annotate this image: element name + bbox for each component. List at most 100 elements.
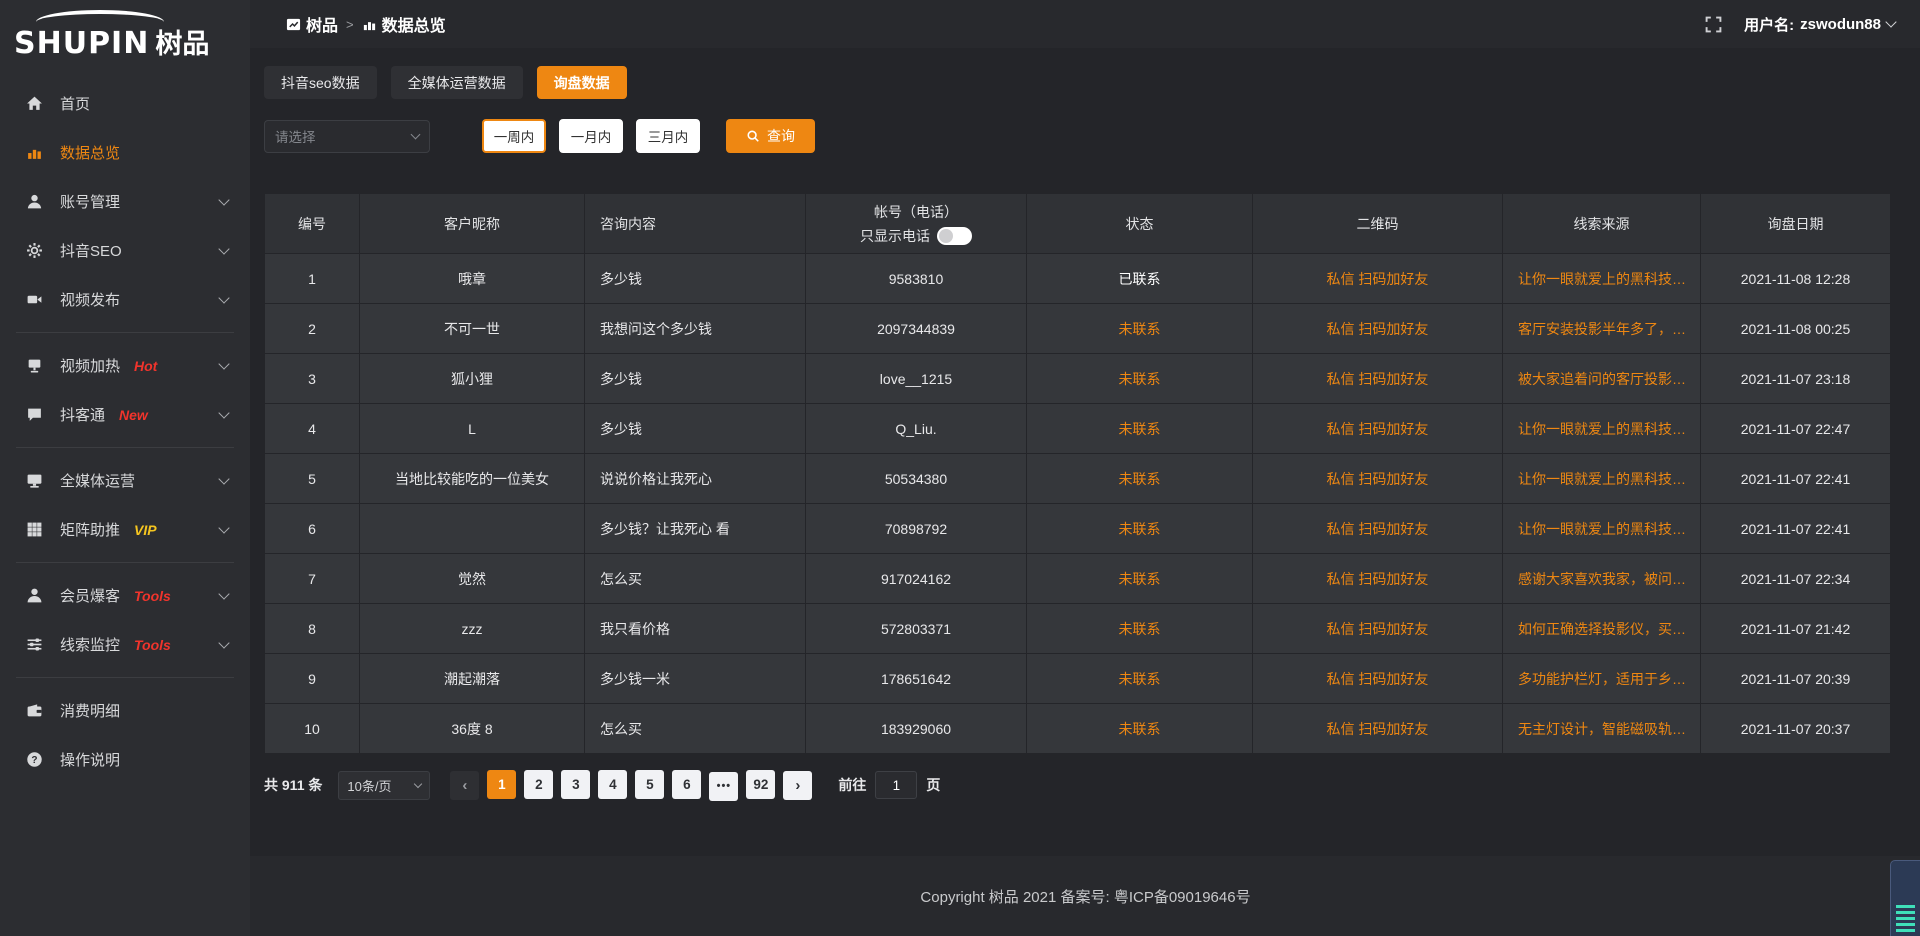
badge-new: New <box>119 407 148 423</box>
cell-qrcode-link[interactable]: 私信 扫码加好友 <box>1253 704 1503 754</box>
sidebar-item-account-management[interactable]: 账号管理 <box>0 177 250 226</box>
period-button-one-month[interactable]: 一月内 <box>559 119 623 153</box>
question-circle-icon: ? <box>26 751 44 769</box>
chevron-down-icon <box>218 473 229 484</box>
logo-text-cn: 树品 <box>155 29 209 59</box>
sidebar-item-operation-guide[interactable]: ?操作说明 <box>0 735 250 784</box>
table-row: 8 zzz 我只看价格 572803371 未联系 私信 扫码加好友 如何正确选… <box>265 604 1891 654</box>
sidebar-item-douyin-seo[interactable]: 抖音SEO <box>0 226 250 275</box>
cell-source-link[interactable]: 让你一眼就爱上的黑科技，能... <box>1503 254 1701 304</box>
floating-widget[interactable] <box>1890 860 1920 936</box>
jump-page-input[interactable] <box>875 771 917 799</box>
page-button-1[interactable]: 1 <box>487 770 516 799</box>
col-header-qrcode: 二维码 <box>1253 194 1503 254</box>
query-button-label: 查询 <box>767 126 795 146</box>
cell-source-link[interactable]: 让你一眼就爱上的黑科技，能... <box>1503 504 1701 554</box>
cell-date: 2021-11-07 22:47 <box>1701 404 1891 454</box>
chevron-down-icon <box>1885 16 1896 27</box>
sliders-icon <box>26 636 44 654</box>
tab-inquiry-data[interactable]: 询盘数据 <box>537 66 627 99</box>
table-row: 3 狐小狸 多少钱 love__1215 未联系 私信 扫码加好友 被大家追着问… <box>265 354 1891 404</box>
sidebar-item-label: 线索监控 <box>60 634 120 655</box>
page-size-value: 10条/页 <box>347 776 391 795</box>
cell-source-link[interactable]: 如何正确选择投影仪，买投影... <box>1503 604 1701 654</box>
user-icon <box>26 193 44 211</box>
table-row: 7 觉然 怎么买 917024162 未联系 私信 扫码加好友 感谢大家喜欢我家… <box>265 554 1891 604</box>
cell-qrcode-link[interactable]: 私信 扫码加好友 <box>1253 454 1503 504</box>
cell-account: 183929060 <box>806 704 1027 754</box>
cell-qrcode-link[interactable]: 私信 扫码加好友 <box>1253 354 1503 404</box>
sidebar-item-member-burst[interactable]: 会员爆客Tools <box>0 571 250 620</box>
cell-source-link[interactable]: 被大家追着问的客厅投影分享... <box>1503 354 1701 404</box>
page-size-select[interactable]: 10条/页 <box>338 771 430 800</box>
username-value: zswodun88 <box>1800 16 1881 33</box>
cell-source-link[interactable]: 无主灯设计，智能磁吸轨道灯... <box>1503 704 1701 754</box>
sidebar-item-home[interactable]: 首页 <box>0 79 250 128</box>
jump-label-after: 页 <box>926 775 940 795</box>
cell-date: 2021-11-07 22:41 <box>1701 504 1891 554</box>
prev-page-button[interactable]: ‹ <box>450 771 479 800</box>
breadcrumb-current-label: 数据总览 <box>382 12 446 36</box>
cell-source-link[interactable]: 客厅安装投影半年多了，真实... <box>1503 304 1701 354</box>
sidebar-item-clue-monitor[interactable]: 线索监控Tools <box>0 620 250 669</box>
sidebar-item-video-heat[interactable]: 视频加热Hot <box>0 341 250 390</box>
cell-qrcode-link[interactable]: 私信 扫码加好友 <box>1253 254 1503 304</box>
cell-qrcode-link[interactable]: 私信 扫码加好友 <box>1253 404 1503 454</box>
chevron-down-icon <box>218 588 229 599</box>
sidebar-item-media-operation[interactable]: 全媒体运营 <box>0 456 250 505</box>
logo-text-en: SHUPIN <box>14 26 149 61</box>
person-icon <box>26 587 44 605</box>
cell-qrcode-link[interactable]: 私信 扫码加好友 <box>1253 654 1503 704</box>
page-ellipsis-button[interactable]: ••• <box>709 772 738 801</box>
next-page-button[interactable]: › <box>783 771 812 800</box>
cell-account: 2097344839 <box>806 304 1027 354</box>
phone-only-toggle[interactable] <box>937 227 972 245</box>
widget-stripes <box>1896 905 1915 935</box>
data-tabs: 抖音seo数据全媒体运营数据询盘数据 <box>264 66 1891 99</box>
period-button-three-months[interactable]: 三月内 <box>636 119 700 153</box>
breadcrumb-current[interactable]: 数据总览 <box>362 12 446 36</box>
sidebar-item-matrix-boost[interactable]: 矩阵助推VIP <box>0 505 250 554</box>
page-button-2[interactable]: 2 <box>524 770 553 799</box>
cell-source-link[interactable]: 感谢大家喜欢我家，被问了好... <box>1503 554 1701 604</box>
sidebar-item-label: 账号管理 <box>60 191 120 212</box>
sidebar-item-consumption-detail[interactable]: 消费明细 <box>0 686 250 735</box>
cell-qrcode-link[interactable]: 私信 扫码加好友 <box>1253 504 1503 554</box>
breadcrumb-separator: > <box>346 17 354 32</box>
cell-source-link[interactable]: 多功能护栏灯，适用于乡村文... <box>1503 654 1701 704</box>
cell-nickname: 不可一世 <box>360 304 585 354</box>
cell-status: 未联系 <box>1027 604 1253 654</box>
col-header-nickname: 客户昵称 <box>360 194 585 254</box>
breadcrumb-home[interactable]: 树品 <box>286 12 338 36</box>
sidebar-item-data-overview[interactable]: 数据总览 <box>0 128 250 177</box>
page-button-6[interactable]: 6 <box>672 770 701 799</box>
page-button-4[interactable]: 4 <box>598 770 627 799</box>
cell-status: 未联系 <box>1027 654 1253 704</box>
cell-qrcode-link[interactable]: 私信 扫码加好友 <box>1253 304 1503 354</box>
tab-douyin-seo-data[interactable]: 抖音seo数据 <box>264 66 377 99</box>
chevron-down-icon <box>218 292 229 303</box>
cell-qrcode-link[interactable]: 私信 扫码加好友 <box>1253 604 1503 654</box>
filter-select[interactable]: 请选择 <box>264 120 430 153</box>
logo[interactable]: SHUPIN树品 <box>0 0 250 65</box>
user-menu[interactable]: 用户名: zswodun88 <box>1744 14 1895 35</box>
cell-source-link[interactable]: 让你一眼就爱上的黑科技，能... <box>1503 404 1701 454</box>
sidebar-item-douketong[interactable]: 抖客通New <box>0 390 250 439</box>
sidebar-item-label: 全媒体运营 <box>60 470 135 491</box>
jump-label-before: 前往 <box>838 775 866 795</box>
period-button-one-week[interactable]: 一周内 <box>482 119 546 153</box>
query-button[interactable]: 查询 <box>726 119 815 153</box>
page-button-5[interactable]: 5 <box>635 770 664 799</box>
period-buttons: 一周内一月内三月内 <box>482 119 700 153</box>
tab-media-operation-data[interactable]: 全媒体运营数据 <box>391 66 523 99</box>
bar-chart-icon <box>362 17 377 32</box>
badge-hot: Hot <box>134 358 157 374</box>
fullscreen-icon[interactable] <box>1705 16 1722 33</box>
sidebar-item-label: 会员爆客 <box>60 585 120 606</box>
cell-qrcode-link[interactable]: 私信 扫码加好友 <box>1253 554 1503 604</box>
sidebar-item-video-publish[interactable]: 视频发布 <box>0 275 250 324</box>
page-button-92[interactable]: 92 <box>746 770 775 799</box>
page-button-3[interactable]: 3 <box>561 770 590 799</box>
cell-source-link[interactable]: 让你一眼就爱上的黑科技，能... <box>1503 454 1701 504</box>
table-row: 10 36度 8 怎么买 183929060 未联系 私信 扫码加好友 无主灯设… <box>265 704 1891 754</box>
